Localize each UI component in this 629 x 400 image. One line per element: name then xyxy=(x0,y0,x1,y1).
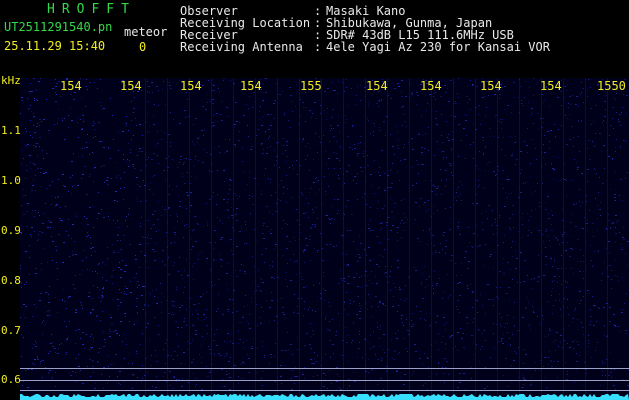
column-stripe xyxy=(519,78,520,400)
column-stripe xyxy=(233,78,234,400)
column-stripe xyxy=(343,78,344,400)
column-stripe xyxy=(585,78,586,400)
y-tick-label: 0.6 xyxy=(1,373,21,386)
meteor-label: meteor xyxy=(124,25,168,39)
file-name: UT2511291540.pn xyxy=(4,20,113,34)
plot-background xyxy=(20,78,629,400)
y-tick-label: 0.8 xyxy=(1,274,21,287)
x-tick-label: 155 xyxy=(300,79,322,93)
column-stripe xyxy=(607,78,608,400)
x-tick-label: 154 xyxy=(60,79,82,93)
column-stripe xyxy=(475,78,476,400)
column-stripe xyxy=(167,78,168,400)
meta-sep: : xyxy=(314,40,322,54)
column-stripe xyxy=(299,78,300,400)
column-stripe xyxy=(365,78,366,400)
x-tick-label: 154 xyxy=(180,79,202,93)
x-tick-label: 1550 xyxy=(597,79,626,93)
reference-line xyxy=(20,368,629,369)
column-stripe xyxy=(145,78,146,400)
meta-key-antenna: Receiving Antenna xyxy=(180,40,303,54)
column-stripe xyxy=(563,78,564,400)
reference-line xyxy=(20,390,629,391)
x-tick-label: 154 xyxy=(420,79,442,93)
column-stripe xyxy=(189,78,190,400)
y-tick-label: 0.7 xyxy=(1,324,21,337)
y-tick-label: 0.9 xyxy=(1,224,21,237)
x-tick-label: 154 xyxy=(540,79,562,93)
column-stripe xyxy=(255,78,256,400)
x-tick-label: 154 xyxy=(120,79,142,93)
hrofft-window: HROFFT UT2511291540.pn meteor 25.11.29 1… xyxy=(0,0,629,400)
app-title: HROFFT xyxy=(47,2,136,17)
column-stripe xyxy=(453,78,454,400)
column-stripe xyxy=(409,78,410,400)
y-tick-label: 1.1 xyxy=(1,124,21,137)
meteor-count: 0 xyxy=(139,40,147,54)
datetime-label: 25.11.29 15:40 xyxy=(4,39,106,53)
column-stripe xyxy=(497,78,498,400)
column-stripe xyxy=(541,78,542,400)
reference-line xyxy=(20,380,629,381)
x-tick-label: 154 xyxy=(480,79,502,93)
x-tick-label: 154 xyxy=(366,79,388,93)
column-stripe xyxy=(387,78,388,400)
column-stripe xyxy=(211,78,212,400)
column-stripe xyxy=(321,78,322,400)
column-stripe xyxy=(277,78,278,400)
column-stripe xyxy=(431,78,432,400)
meta-value-antenna: 4ele Yagi Az 230 for Kansai VOR xyxy=(326,40,550,54)
y-tick-label: 1.0 xyxy=(1,174,21,187)
y-axis-unit: kHz xyxy=(1,74,21,87)
x-tick-label: 154 xyxy=(240,79,262,93)
spectrogram-plot xyxy=(20,78,629,400)
